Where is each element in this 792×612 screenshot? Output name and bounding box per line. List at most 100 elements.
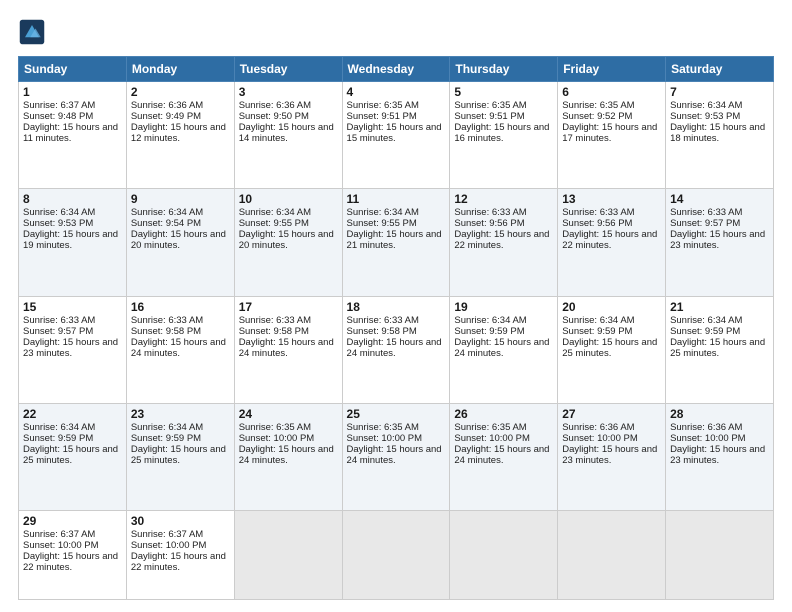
day-number: 2 (131, 85, 230, 99)
day-number: 12 (454, 192, 553, 206)
daylight-text: Daylight: 15 hours and 23 minutes. (562, 444, 657, 466)
sunrise-text: Sunrise: 6:34 AM (670, 100, 742, 111)
sunrise-text: Sunrise: 6:33 AM (239, 315, 311, 326)
sunrise-text: Sunrise: 6:33 AM (347, 315, 419, 326)
calendar-cell: 21Sunrise: 6:34 AMSunset: 9:59 PMDayligh… (666, 296, 774, 403)
sunset-text: Sunset: 9:59 PM (670, 326, 740, 337)
sunset-text: Sunset: 10:00 PM (454, 433, 530, 444)
day-number: 26 (454, 407, 553, 421)
calendar-cell: 29Sunrise: 6:37 AMSunset: 10:00 PMDaylig… (19, 511, 127, 600)
daylight-text: Daylight: 15 hours and 24 minutes. (454, 444, 549, 466)
sunset-text: Sunset: 9:53 PM (670, 111, 740, 122)
day-number: 19 (454, 300, 553, 314)
calendar-cell: 28Sunrise: 6:36 AMSunset: 10:00 PMDaylig… (666, 404, 774, 511)
daylight-text: Daylight: 15 hours and 24 minutes. (239, 444, 334, 466)
sunrise-text: Sunrise: 6:33 AM (454, 207, 526, 218)
day-number: 21 (670, 300, 769, 314)
sunset-text: Sunset: 9:52 PM (562, 111, 632, 122)
calendar-header-row: SundayMondayTuesdayWednesdayThursdayFrid… (19, 57, 774, 82)
day-number: 29 (23, 514, 122, 528)
day-header-sunday: Sunday (19, 57, 127, 82)
daylight-text: Daylight: 15 hours and 22 minutes. (454, 229, 549, 251)
sunrise-text: Sunrise: 6:37 AM (131, 529, 203, 540)
calendar-cell (342, 511, 450, 600)
calendar-week-4: 22Sunrise: 6:34 AMSunset: 9:59 PMDayligh… (19, 404, 774, 511)
sunset-text: Sunset: 9:59 PM (23, 433, 93, 444)
calendar-cell: 3Sunrise: 6:36 AMSunset: 9:50 PMDaylight… (234, 82, 342, 189)
sunrise-text: Sunrise: 6:34 AM (23, 207, 95, 218)
calendar-cell: 19Sunrise: 6:34 AMSunset: 9:59 PMDayligh… (450, 296, 558, 403)
sunset-text: Sunset: 9:58 PM (239, 326, 309, 337)
daylight-text: Daylight: 15 hours and 24 minutes. (131, 337, 226, 359)
sunset-text: Sunset: 9:59 PM (562, 326, 632, 337)
sunset-text: Sunset: 9:50 PM (239, 111, 309, 122)
calendar-week-2: 8Sunrise: 6:34 AMSunset: 9:53 PMDaylight… (19, 189, 774, 296)
daylight-text: Daylight: 15 hours and 12 minutes. (131, 122, 226, 144)
calendar-cell: 15Sunrise: 6:33 AMSunset: 9:57 PMDayligh… (19, 296, 127, 403)
day-number: 17 (239, 300, 338, 314)
calendar-cell: 10Sunrise: 6:34 AMSunset: 9:55 PMDayligh… (234, 189, 342, 296)
day-header-friday: Friday (558, 57, 666, 82)
day-number: 16 (131, 300, 230, 314)
daylight-text: Daylight: 15 hours and 24 minutes. (454, 337, 549, 359)
calendar-cell: 13Sunrise: 6:33 AMSunset: 9:56 PMDayligh… (558, 189, 666, 296)
daylight-text: Daylight: 15 hours and 11 minutes. (23, 122, 118, 144)
calendar-week-1: 1Sunrise: 6:37 AMSunset: 9:48 PMDaylight… (19, 82, 774, 189)
day-number: 4 (347, 85, 446, 99)
sunset-text: Sunset: 9:55 PM (347, 218, 417, 229)
sunset-text: Sunset: 9:49 PM (131, 111, 201, 122)
sunset-text: Sunset: 10:00 PM (131, 540, 207, 551)
day-number: 6 (562, 85, 661, 99)
daylight-text: Daylight: 15 hours and 17 minutes. (562, 122, 657, 144)
daylight-text: Daylight: 15 hours and 20 minutes. (239, 229, 334, 251)
calendar-week-3: 15Sunrise: 6:33 AMSunset: 9:57 PMDayligh… (19, 296, 774, 403)
daylight-text: Daylight: 15 hours and 25 minutes. (23, 444, 118, 466)
day-number: 28 (670, 407, 769, 421)
day-number: 23 (131, 407, 230, 421)
sunrise-text: Sunrise: 6:36 AM (562, 422, 634, 433)
daylight-text: Daylight: 15 hours and 20 minutes. (131, 229, 226, 251)
sunrise-text: Sunrise: 6:33 AM (131, 315, 203, 326)
header (18, 18, 774, 46)
calendar-cell: 24Sunrise: 6:35 AMSunset: 10:00 PMDaylig… (234, 404, 342, 511)
sunset-text: Sunset: 9:48 PM (23, 111, 93, 122)
calendar-cell: 20Sunrise: 6:34 AMSunset: 9:59 PMDayligh… (558, 296, 666, 403)
day-header-thursday: Thursday (450, 57, 558, 82)
daylight-text: Daylight: 15 hours and 24 minutes. (347, 337, 442, 359)
day-number: 13 (562, 192, 661, 206)
calendar-cell (234, 511, 342, 600)
sunrise-text: Sunrise: 6:33 AM (23, 315, 95, 326)
day-number: 30 (131, 514, 230, 528)
daylight-text: Daylight: 15 hours and 19 minutes. (23, 229, 118, 251)
daylight-text: Daylight: 15 hours and 15 minutes. (347, 122, 442, 144)
day-number: 5 (454, 85, 553, 99)
sunset-text: Sunset: 10:00 PM (562, 433, 638, 444)
daylight-text: Daylight: 15 hours and 25 minutes. (670, 337, 765, 359)
day-number: 14 (670, 192, 769, 206)
logo-icon (18, 18, 46, 46)
calendar-cell: 9Sunrise: 6:34 AMSunset: 9:54 PMDaylight… (126, 189, 234, 296)
day-header-tuesday: Tuesday (234, 57, 342, 82)
sunset-text: Sunset: 9:56 PM (562, 218, 632, 229)
daylight-text: Daylight: 15 hours and 16 minutes. (454, 122, 549, 144)
daylight-text: Daylight: 15 hours and 24 minutes. (347, 444, 442, 466)
calendar-cell: 8Sunrise: 6:34 AMSunset: 9:53 PMDaylight… (19, 189, 127, 296)
day-number: 10 (239, 192, 338, 206)
day-header-wednesday: Wednesday (342, 57, 450, 82)
calendar-cell: 6Sunrise: 6:35 AMSunset: 9:52 PMDaylight… (558, 82, 666, 189)
sunrise-text: Sunrise: 6:34 AM (562, 315, 634, 326)
calendar-cell: 12Sunrise: 6:33 AMSunset: 9:56 PMDayligh… (450, 189, 558, 296)
daylight-text: Daylight: 15 hours and 25 minutes. (562, 337, 657, 359)
sunset-text: Sunset: 10:00 PM (239, 433, 315, 444)
sunset-text: Sunset: 9:58 PM (347, 326, 417, 337)
day-number: 25 (347, 407, 446, 421)
sunrise-text: Sunrise: 6:35 AM (562, 100, 634, 111)
day-header-monday: Monday (126, 57, 234, 82)
day-number: 24 (239, 407, 338, 421)
calendar-table: SundayMondayTuesdayWednesdayThursdayFrid… (18, 56, 774, 600)
day-number: 8 (23, 192, 122, 206)
calendar-cell (450, 511, 558, 600)
day-number: 18 (347, 300, 446, 314)
calendar-cell: 30Sunrise: 6:37 AMSunset: 10:00 PMDaylig… (126, 511, 234, 600)
sunrise-text: Sunrise: 6:35 AM (454, 100, 526, 111)
